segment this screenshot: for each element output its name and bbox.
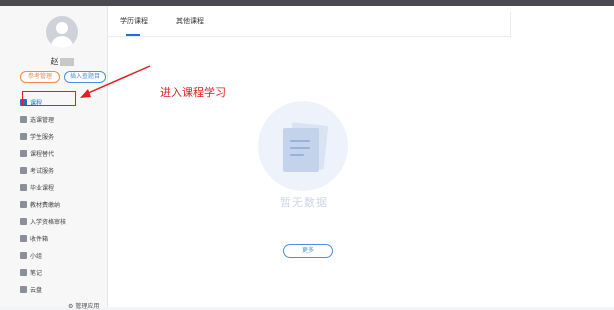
sidebar-item-textbook-fee[interactable]: 教材费缴纳 [0,196,108,213]
right-pill-button[interactable]: 插入查题目 [64,71,106,83]
annotation-text: 进入课程学习 [160,86,226,99]
sidebar-item-admission-review[interactable]: 入学资格审核 [0,213,108,230]
user-name-text: 赵 [50,57,59,66]
empty-state-text: 暂无数据 [280,196,328,209]
sidebar-item-label: 云盘 [30,287,43,294]
cloud-icon [20,286,27,293]
diploma-icon [20,184,27,191]
document-icon [283,128,319,172]
swap-icon [20,150,27,157]
sidebar-item-label: 考试服务 [30,168,55,175]
left-pill-button[interactable]: 参考管理 [20,71,60,83]
sidebar-item-label: 笔记 [30,270,43,277]
user-name-redacted [59,57,74,66]
tab-degree-courses[interactable]: 学历课程 [120,14,148,36]
sidebar-item-graduation-course[interactable]: 毕业课程 [0,179,108,196]
note-icon [20,269,27,276]
panel-divider [510,12,511,38]
exam-icon [20,167,27,174]
sidebar-item-inbox[interactable]: 收件箱 [0,230,108,247]
sidebar-item-label: 小组 [30,253,43,260]
sidebar-item-notes[interactable]: 笔记 [0,264,108,281]
avatar-head [56,22,68,34]
avatar[interactable] [46,16,78,48]
sidebar-item-course-substitution[interactable]: 课程替代 [0,145,108,162]
sidebar-menu: 课程 选课管理 学生服务 课程替代 考试服务 毕业课程 教材费缴纳 入学资格审核… [0,94,108,298]
sidebar-item-student-services[interactable]: 学生服务 [0,128,108,145]
sidebar-item-label: 课程替代 [30,151,55,158]
user-icon [20,133,27,140]
manage-apps-link[interactable]: 管理应用 [68,301,99,310]
shield-icon [20,218,27,225]
tab-other-courses[interactable]: 其他课程 [176,14,204,32]
sidebar-item-cloud-drive[interactable]: 云盘 [0,281,108,298]
sidebar-item-label: 学生服务 [30,134,55,141]
inbox-icon [20,235,27,242]
sidebar-item-label: 选课管理 [30,117,55,124]
annotation-highlight-box [22,91,76,106]
sidebar: 赵 参考管理 插入查题目 课程 选课管理 学生服务 课程替代 考试服务 毕业课程 [0,6,108,310]
sidebar-item-label: 收件箱 [30,236,49,243]
group-icon [20,252,27,259]
doc-line [290,140,310,142]
book-icon [20,201,27,208]
list-icon [20,116,27,123]
user-name: 赵 [40,56,84,67]
sidebar-item-course-selection[interactable]: 选课管理 [0,111,108,128]
avatar-body [51,36,73,48]
sidebar-item-group[interactable]: 小组 [0,247,108,264]
sidebar-item-label: 入学资格审核 [30,219,67,226]
sidebar-item-exam-services[interactable]: 考试服务 [0,162,108,179]
more-button[interactable]: 更多 [283,244,333,258]
main-panel: 学历课程 其他课程 暂无数据 更多 [108,6,614,307]
sidebar-item-label: 教材费缴纳 [30,202,61,209]
tab-divider [108,36,510,37]
sidebar-item-label: 毕业课程 [30,185,55,192]
doc-line [290,147,310,149]
course-tabs: 学历课程 其他课程 [120,14,204,42]
doc-line [290,154,304,156]
